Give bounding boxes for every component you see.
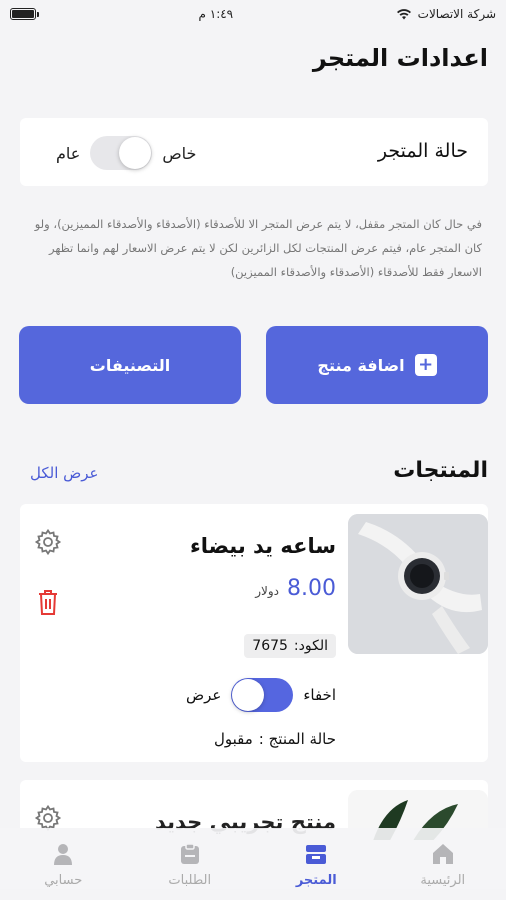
tab-store[interactable]: المتجر <box>266 841 366 888</box>
wifi-icon <box>396 9 411 20</box>
status-bar: ١:٤٩ م شركة الاتصالات <box>0 0 506 28</box>
see-all-link[interactable]: عرض الكل <box>30 464 99 482</box>
product-status-label: حالة المنتج : <box>258 730 336 748</box>
switch-knob <box>232 679 265 711</box>
store-status-card: حالة المتجر عام خاص <box>20 118 488 186</box>
home-icon <box>432 843 453 864</box>
product-currency: دولار <box>255 584 280 598</box>
tab-orders-label: الطلبات <box>168 872 212 888</box>
add-product-label: اضافة منتج <box>317 355 405 375</box>
product-status-value: مقبول <box>214 730 253 748</box>
product-image <box>348 514 488 654</box>
product-visibility-switch[interactable] <box>231 678 294 712</box>
switch-knob <box>119 137 152 169</box>
store-status-toggle-group: عام خاص <box>56 136 196 170</box>
tab-store-label: المتجر <box>295 872 337 888</box>
carrier-name: شركة الاتصالات <box>417 7 496 21</box>
categories-label: التصنيفات <box>89 355 171 375</box>
product-card[interactable]: ساعه يد بيضاء 8.00 دولار الكود: 7675 اخف… <box>20 504 488 762</box>
product-name: ساعه يد بيضاء <box>189 534 336 558</box>
store-status-private-label: خاص <box>162 143 197 163</box>
orders-icon <box>180 842 199 864</box>
product-price-row: 8.00 دولار <box>255 576 336 601</box>
tab-orders[interactable]: الطلبات <box>140 841 240 888</box>
store-status-label: حالة المتجر <box>377 140 468 162</box>
trash-icon[interactable] <box>36 588 60 616</box>
product-code-badge: الكود: 7675 <box>244 634 336 658</box>
product-visibility-toggle: اخفاء عرض <box>186 678 336 712</box>
tab-home-label: الرئيسية <box>420 872 466 888</box>
plus-icon: + <box>414 354 437 376</box>
store-status-note: في حال كان المتجر مقفل، لا يتم عرض المتج… <box>34 217 482 279</box>
page-title: اعدادات المتجر <box>312 44 488 72</box>
categories-button[interactable]: التصنيفات <box>19 326 241 404</box>
tab-home[interactable]: الرئيسية <box>393 841 493 888</box>
products-section-title: المنتجات <box>393 458 488 483</box>
user-icon <box>54 843 73 865</box>
bottom-tab-bar: الرئيسية المتجر الطلبات حسابي <box>0 828 506 900</box>
watch-image <box>348 514 488 654</box>
tab-account-label: حسابي <box>44 872 83 888</box>
product-code: 7675 <box>252 638 288 654</box>
battery-group <box>10 8 39 20</box>
gear-icon[interactable] <box>34 528 62 556</box>
product-code-label: الكود: <box>293 638 328 654</box>
store-icon <box>306 844 327 864</box>
product-price: 8.00 <box>287 576 336 601</box>
store-status-switch[interactable] <box>90 136 153 170</box>
battery-icon <box>10 8 39 20</box>
carrier-group: شركة الاتصالات <box>396 7 496 21</box>
tab-account[interactable]: حسابي <box>13 841 113 888</box>
add-product-button[interactable]: + اضافة منتج <box>266 326 488 404</box>
product-hide-label: اخفاء <box>303 686 336 704</box>
product-show-label: عرض <box>185 686 222 704</box>
store-status-public-label: عام <box>56 143 81 163</box>
status-time: ١:٤٩ م <box>198 7 234 21</box>
product-status: حالة المنتج : مقبول <box>214 730 336 748</box>
